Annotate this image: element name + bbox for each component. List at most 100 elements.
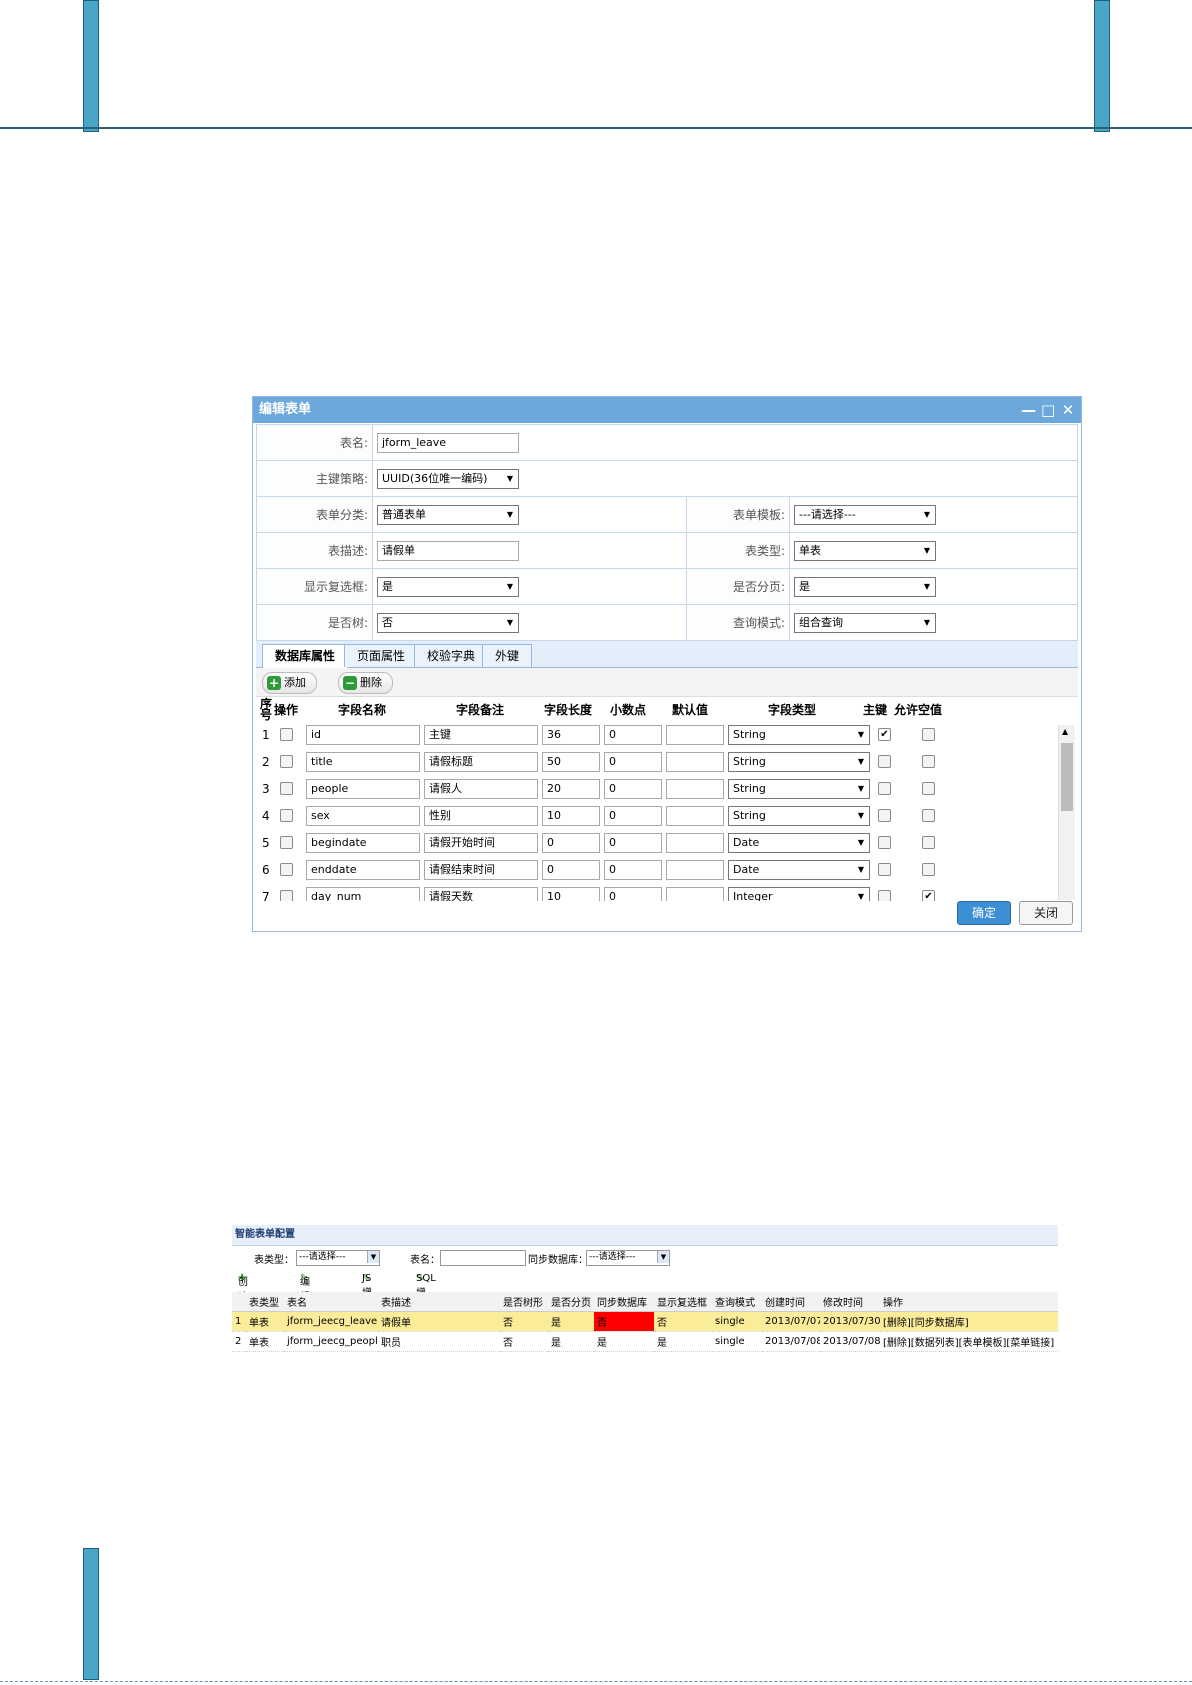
pk-strategy-select[interactable]: UUID(36位唯一编码) ▼ [377,468,519,489]
scroll-thumb[interactable] [1061,743,1073,811]
form-template-label: 表单模板: [686,496,790,533]
nullable-checkbox[interactable] [922,863,935,876]
row-actions[interactable]: [删除][数据列表][表单模板][菜单链接] [880,1331,1058,1352]
field-default-input[interactable] [666,752,724,772]
row-select-checkbox[interactable] [280,836,293,849]
paging-select[interactable]: 是 ▼ [794,576,936,597]
tab-foreign-key[interactable]: 外键 [482,644,533,667]
field-length-input[interactable]: 0 [542,833,600,853]
query-mode-select[interactable]: 组合查询 ▼ [794,612,936,633]
row-actions[interactable]: [删除][同步数据库] [880,1311,1058,1332]
row-select-checkbox[interactable] [280,782,293,795]
field-name-input[interactable]: day_num [306,887,420,901]
row-select-checkbox[interactable] [280,863,293,876]
field-length-input[interactable]: 10 [542,806,600,826]
nullable-checkbox[interactable] [922,782,935,795]
primary-key-checkbox[interactable] [878,755,891,768]
table-cell: single [712,1311,762,1332]
table-desc-input[interactable]: 请假单 [377,540,519,561]
tab-database-properties[interactable]: 数据库属性 [262,644,349,668]
table-row: 2 title 请假标题 50 0 String ▼ [256,748,1062,775]
field-name-input[interactable]: sex [306,806,420,826]
tab-validation-dict[interactable]: 校验字典 [414,644,489,667]
field-remark-input[interactable]: 请假标题 [424,752,538,772]
form-template-select[interactable]: ---请选择--- ▼ [794,504,936,525]
field-decimal-input[interactable]: 0 [604,887,662,901]
nullable-checkbox[interactable] [922,728,935,741]
field-name-input[interactable]: enddate [306,860,420,880]
field-default-input[interactable] [666,806,724,826]
tab-page-properties[interactable]: 页面属性 [344,644,419,667]
table-type-filter-value: ---请选择--- [299,1252,346,1262]
minimize-icon[interactable]: — [1021,397,1036,423]
add-field-button[interactable]: + 添加 [262,672,317,694]
field-name-input[interactable]: people [306,779,420,799]
table-name-filter-input[interactable] [440,1250,526,1266]
table-row[interactable]: 1 单表 jform_jeecg_leave 请假单否是否否 single 2013/07… [232,1311,1058,1332]
close-button[interactable]: 关闭 [1018,901,1073,925]
primary-key-checkbox[interactable] [878,890,891,901]
field-remark-input[interactable]: 请假天数 [424,887,538,901]
row-select-checkbox[interactable] [280,890,293,901]
field-decimal-input[interactable]: 0 [604,779,662,799]
field-remark-input[interactable]: 性别 [424,806,538,826]
primary-key-checkbox[interactable] [878,782,891,795]
row-select-checkbox[interactable] [280,728,293,741]
field-type-select[interactable]: String ▼ [728,779,870,799]
primary-key-checkbox[interactable]: ✔ [878,728,891,741]
delete-field-button[interactable]: − 删除 [338,672,393,694]
nullable-checkbox[interactable] [922,836,935,849]
field-remark-input[interactable]: 主键 [424,725,538,745]
field-decimal-input[interactable]: 0 [604,806,662,826]
maximize-icon[interactable]: □ [1041,397,1055,423]
nullable-checkbox[interactable] [922,809,935,822]
field-name-input[interactable]: begindate [306,833,420,853]
field-default-input[interactable] [666,860,724,880]
field-remark-input[interactable]: 请假人 [424,779,538,799]
field-decimal-input[interactable]: 0 [604,833,662,853]
scroll-up-icon[interactable]: ▲ [1062,727,1068,736]
row-select-checkbox[interactable] [280,809,293,822]
primary-key-checkbox[interactable] [878,863,891,876]
field-default-input[interactable] [666,725,724,745]
field-name-input[interactable]: title [306,752,420,772]
field-type-select[interactable]: String ▼ [728,806,870,826]
field-remark-input[interactable]: 请假结束时间 [424,860,538,880]
table-type-select[interactable]: 单表 ▼ [794,540,936,561]
nullable-checkbox[interactable]: ✔ [922,890,935,901]
field-decimal-input[interactable]: 0 [604,860,662,880]
field-default-input[interactable] [666,779,724,799]
field-decimal-input[interactable]: 0 [604,725,662,745]
table-name-input[interactable]: jform_leave [377,432,519,453]
table-cell: 否 [654,1311,712,1332]
field-length-input[interactable]: 20 [542,779,600,799]
field-length-input[interactable]: 0 [542,860,600,880]
field-type-select[interactable]: Integer ▼ [728,887,870,901]
nullable-checkbox[interactable] [922,755,935,768]
ok-button[interactable]: 确定 [956,901,1011,925]
row-select-checkbox[interactable] [280,755,293,768]
table-cell: 1 [232,1311,246,1332]
field-type-select[interactable]: Date ▼ [728,833,870,853]
field-type-select[interactable]: String ▼ [728,725,870,745]
field-type-select[interactable]: Date ▼ [728,860,870,880]
field-name-input[interactable]: id [306,725,420,745]
table-type-filter-select[interactable]: ---请选择--- ▼ [296,1250,380,1266]
field-length-input[interactable]: 50 [542,752,600,772]
field-remark-input[interactable]: 请假开始时间 [424,833,538,853]
field-length-input[interactable]: 36 [542,725,600,745]
grid-scrollbar[interactable]: ▲ [1058,725,1075,900]
field-default-input[interactable] [666,833,724,853]
field-length-input[interactable]: 10 [542,887,600,901]
sync-filter-select[interactable]: ---请选择--- ▼ [586,1250,670,1266]
field-type-select[interactable]: String ▼ [728,752,870,772]
show-checkbox-select[interactable]: 是 ▼ [377,576,519,597]
field-decimal-input[interactable]: 0 [604,752,662,772]
form-category-select[interactable]: 普通表单 ▼ [377,504,519,525]
table-row[interactable]: 2 单表 jform_jeecg_people 职员否是是是 single 2013/07… [232,1331,1058,1352]
field-default-input[interactable] [666,887,724,901]
primary-key-checkbox[interactable] [878,836,891,849]
primary-key-checkbox[interactable] [878,809,891,822]
close-icon[interactable]: ✕ [1061,397,1075,423]
is-tree-select[interactable]: 否 ▼ [377,612,519,633]
